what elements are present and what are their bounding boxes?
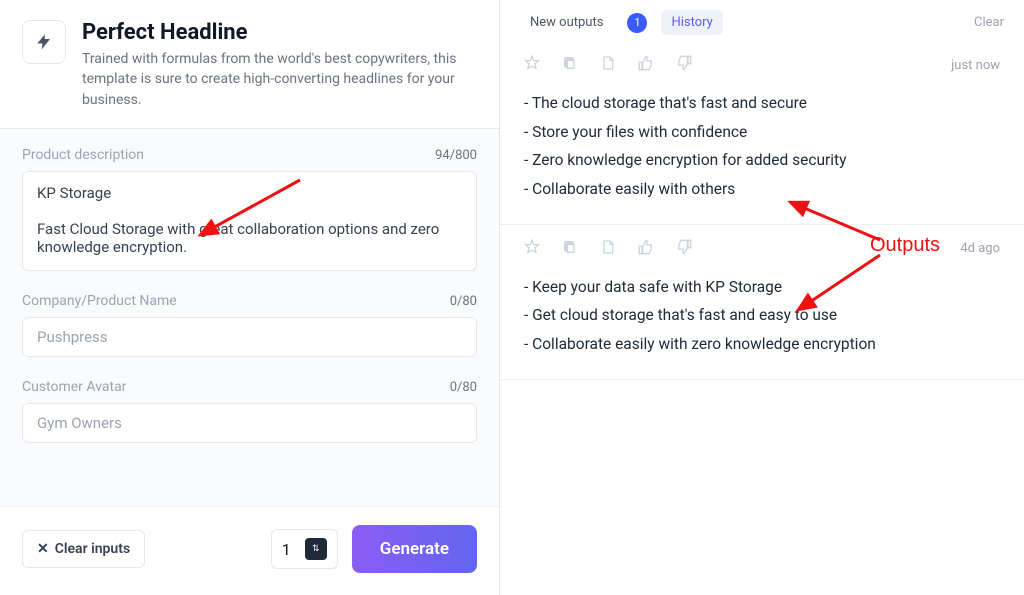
form-footer: ✕ Clear inputs 1 ⇅ Generate (0, 506, 499, 595)
copy-icon[interactable] (562, 239, 578, 259)
quantity-value: 1 (282, 540, 291, 559)
new-outputs-badge: 1 (627, 13, 647, 33)
product-description-counter: 94/800 (435, 148, 477, 163)
output-line: - The cloud storage that's fast and secu… (524, 89, 1000, 118)
thumbs-down-icon[interactable] (676, 55, 692, 75)
page-title: Perfect Headline (82, 20, 477, 45)
output-line: - Collaborate easily with others (524, 175, 1000, 204)
form-area: Product description 94/800 KP Storage Fa… (0, 129, 499, 506)
stepper-arrows-icon[interactable]: ⇅ (305, 538, 327, 560)
clear-inputs-label: Clear inputs (55, 541, 130, 557)
tab-history[interactable]: History (661, 10, 722, 35)
doc-icon[interactable] (600, 55, 616, 75)
output-tabs: New outputs 1 History Clear (500, 0, 1024, 41)
output-timestamp: just now (951, 58, 1000, 73)
company-name-counter: 0/80 (450, 294, 477, 309)
generate-button[interactable]: Generate (352, 525, 477, 573)
copy-icon[interactable] (562, 55, 578, 75)
company-name-label: Company/Product Name (22, 293, 177, 309)
x-icon: ✕ (37, 541, 49, 557)
doc-icon[interactable] (600, 239, 616, 259)
thumbs-up-icon[interactable] (638, 239, 654, 259)
right-panel: New outputs 1 History Clear just now - Th… (500, 0, 1024, 595)
clear-inputs-button[interactable]: ✕ Clear inputs (22, 530, 145, 568)
output-line: - Store your files with confidence (524, 118, 1000, 147)
output-line: - Keep your data safe with KP Storage (524, 273, 1000, 302)
template-header: Perfect Headline Trained with formulas f… (0, 0, 499, 129)
output-timestamp: 4d ago (960, 241, 1000, 256)
thumbs-down-icon[interactable] (676, 239, 692, 259)
customer-avatar-input[interactable] (22, 403, 477, 443)
left-panel: Perfect Headline Trained with formulas f… (0, 0, 500, 595)
product-description-label: Product description (22, 147, 144, 163)
tab-new-outputs[interactable]: New outputs (520, 10, 613, 35)
thumbs-up-icon[interactable] (638, 55, 654, 75)
customer-avatar-label: Customer Avatar (22, 379, 126, 395)
star-icon[interactable] (524, 55, 540, 75)
output-line: - Zero knowledge encryption for added se… (524, 146, 1000, 175)
clear-outputs-button[interactable]: Clear (974, 15, 1004, 30)
bolt-icon (22, 20, 66, 64)
customer-avatar-counter: 0/80 (450, 380, 477, 395)
product-description-textarea[interactable]: KP Storage Fast Cloud Storage with great… (22, 171, 477, 271)
output-card: 4d ago - Keep your data safe with KP Stor… (500, 225, 1024, 380)
star-icon[interactable] (524, 239, 540, 259)
company-name-input[interactable] (22, 317, 477, 357)
output-line: - Collaborate easily with zero knowledge… (524, 330, 1000, 359)
page-description: Trained with formulas from the world's b… (82, 49, 477, 110)
output-card: just now - The cloud storage that's fast … (500, 41, 1024, 225)
quantity-stepper[interactable]: 1 ⇅ (271, 529, 338, 569)
output-line: - Get cloud storage that's fast and easy… (524, 301, 1000, 330)
